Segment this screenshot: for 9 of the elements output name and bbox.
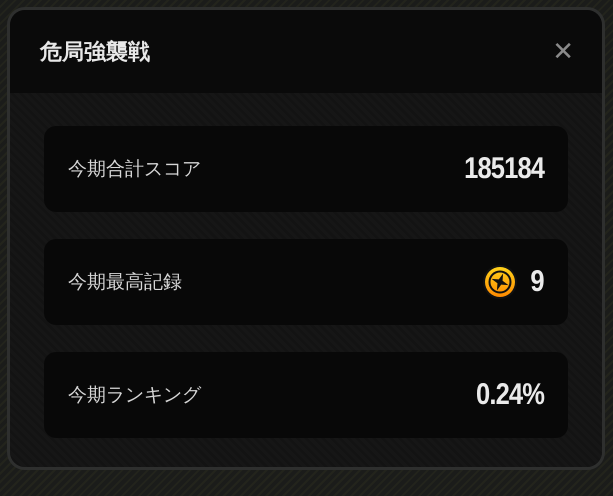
stat-label: 今期ランキング: [68, 383, 201, 408]
stat-value: 9: [530, 265, 544, 299]
close-button[interactable]: ✕: [552, 36, 574, 66]
dialog-title: 危局強襲戦: [40, 38, 150, 66]
stat-value: 185184: [464, 152, 544, 186]
stat-value: 0.24%: [476, 378, 544, 412]
stat-label: 今期合計スコア: [68, 157, 201, 182]
medal-icon: [482, 264, 518, 300]
stat-label: 今期最高記録: [68, 270, 182, 295]
